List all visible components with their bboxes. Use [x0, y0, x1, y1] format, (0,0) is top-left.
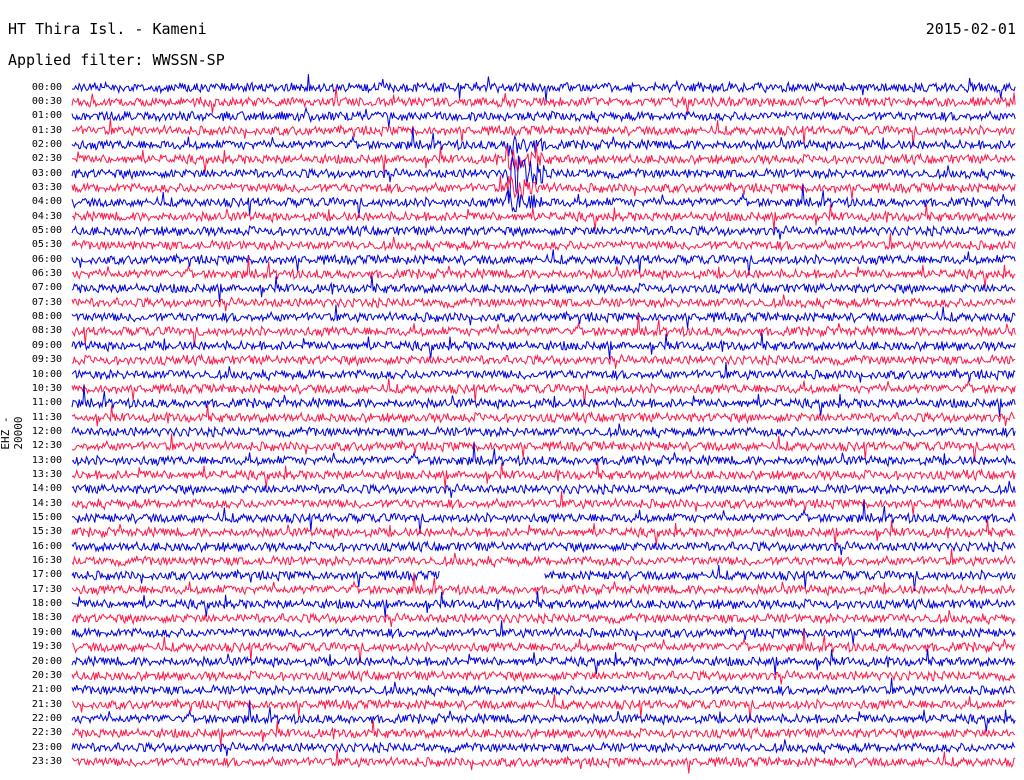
- trace-line-1900: [71, 620, 1016, 645]
- trace-line-2230: [71, 720, 1016, 747]
- trace-line-1430: [71, 491, 1016, 516]
- trace-line-2300: [71, 739, 1016, 757]
- trace-line-1830: [71, 610, 1016, 628]
- trace-line-1530: [71, 519, 1016, 546]
- trace-line-0530: [71, 232, 1016, 253]
- trace-line-1800: [71, 591, 1016, 618]
- trace-line-1130: [71, 404, 1016, 427]
- trace-line-0500: [71, 224, 1016, 240]
- trace-line-1400: [71, 480, 1016, 498]
- trace-line-0030: [71, 87, 1016, 114]
- trace-line-0700: [71, 275, 1016, 302]
- trace-line-2100: [71, 677, 1016, 698]
- trace-line-0100: [71, 106, 1016, 128]
- trace-line-0800: [71, 304, 1016, 329]
- trace-line-1230: [71, 433, 1016, 463]
- trace-line-1630: [71, 548, 1016, 569]
- trace-line-0730: [71, 294, 1016, 312]
- trace-line-0900: [71, 333, 1016, 360]
- trace-line-2030: [71, 669, 1016, 685]
- trace-line-0430: [71, 203, 1016, 231]
- trace-line-1200: [71, 423, 1016, 440]
- trace-line-1330: [71, 462, 1016, 489]
- trace-line-0330: [71, 174, 1016, 200]
- trace-line-2330: [71, 749, 1016, 774]
- trace-line-1000: [71, 361, 1016, 383]
- seismogram-plot: [71, 74, 1016, 774]
- trace-line-0930: [71, 353, 1016, 369]
- trace-line-1600: [71, 540, 1016, 556]
- trace-line-2000: [71, 648, 1016, 676]
